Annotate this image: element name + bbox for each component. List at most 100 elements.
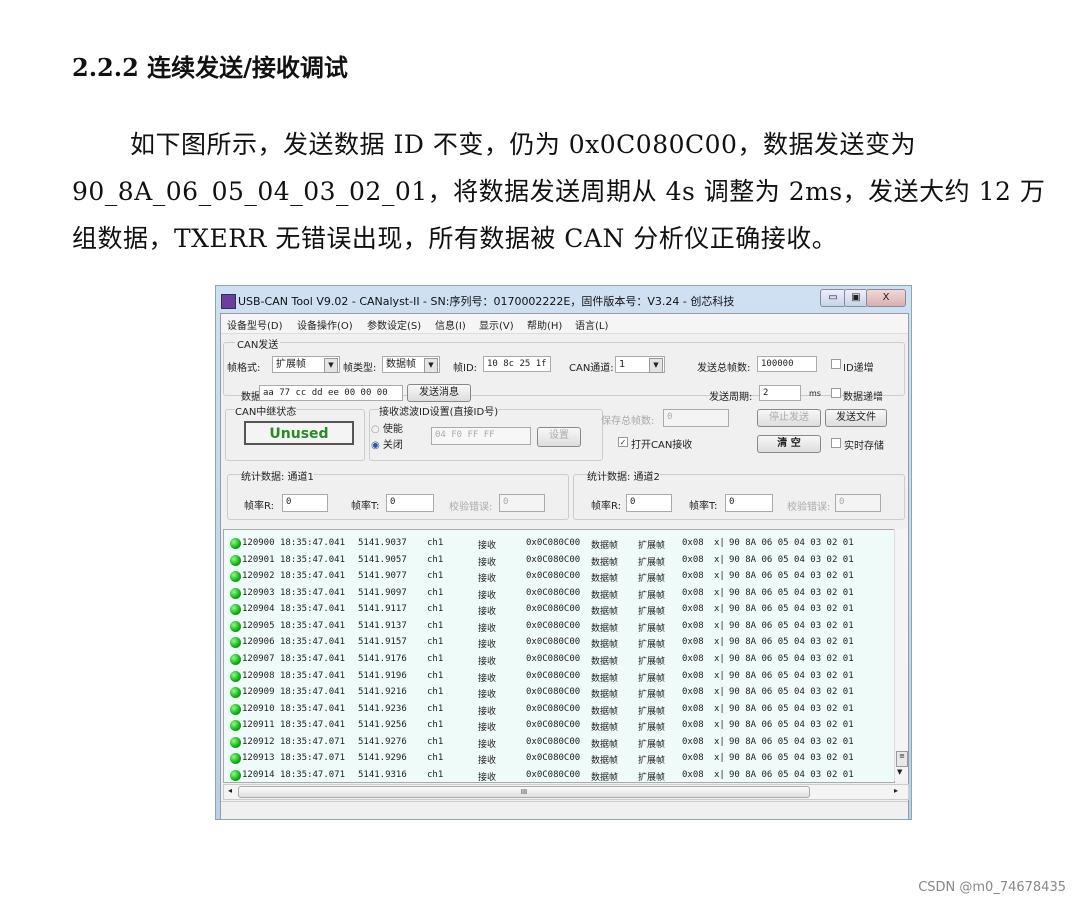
maximize-button[interactable]: ▣ (844, 289, 868, 307)
cell-channel: ch1 (427, 637, 444, 648)
cell-frame-format: 扩展帧 (638, 772, 666, 783)
channel-select[interactable]: 1 ▼ (615, 356, 665, 373)
usb-can-tool-window: USB-CAN Tool V9.02 - CANalyst-II - SN:序列… (215, 285, 912, 820)
cell-channel: ch1 (427, 620, 444, 631)
horizontal-scrollbar[interactable]: ◂ III ▸ (223, 784, 909, 800)
cell-dlc: 0x08 (682, 736, 704, 747)
app-icon (221, 294, 236, 309)
cell-timestamp: 5141.9157 (358, 637, 407, 648)
table-row[interactable]: 120913 18:35:47.071 5141.9296 ch1 接收 0x0C080C… (224, 751, 884, 767)
cell-channel: ch1 (427, 604, 444, 615)
radio-disable-label: 关闭 (382, 440, 403, 451)
realtime-save-checkbox[interactable] (831, 438, 841, 448)
cell-direction: 接收 (478, 623, 497, 634)
filter-set-button[interactable]: 设置 (537, 427, 581, 447)
cell-frame-format: 扩展帧 (638, 557, 666, 568)
stats1-err: 0 (499, 494, 545, 512)
data-input[interactable]: aa 77 cc dd ee 00 00 00 (259, 385, 403, 401)
cell-data: 90 8A 06 05 04 03 02 01 (729, 753, 854, 764)
table-row[interactable]: 120901 18:35:47.041 5141.9057 ch1 接收 0x0C080C… (224, 553, 884, 569)
cell-direction: 接收 (478, 690, 497, 701)
cell-frame-format: 扩展帧 (638, 656, 666, 667)
cell-timestamp: 5141.9196 (358, 670, 407, 681)
stats1-title: 统计数据: 通道1 (241, 468, 314, 483)
send-file-button[interactable]: 发送文件 (825, 409, 887, 427)
vertical-scrollbar[interactable]: ≡ ▼ (894, 529, 908, 781)
cell-separator: x| (714, 554, 725, 565)
scroll-thumb[interactable]: ≡ (896, 751, 908, 767)
data-increment-checkbox[interactable] (831, 388, 841, 398)
cell-timestamp: 5141.9276 (358, 736, 407, 747)
table-row[interactable]: 120900 18:35:47.041 5141.9037 ch1 接收 0x0C080C… (224, 536, 884, 552)
menu-info[interactable]: 信息(I) (435, 317, 466, 332)
cell-separator: x| (714, 753, 725, 764)
table-row[interactable]: 120905 18:35:47.041 5141.9137 ch1 接收 0x0C080C… (224, 619, 884, 635)
close-button[interactable]: X (866, 289, 906, 307)
table-row[interactable]: 120911 18:35:47.041 5141.9256 ch1 接收 0x0C080C… (224, 718, 884, 734)
menu-help[interactable]: 帮助(H) (527, 317, 562, 332)
stats2-rate-t: 0 (725, 494, 773, 512)
send-message-button[interactable]: 发送消息 (407, 384, 471, 402)
menu-device-model[interactable]: 设备型号(D) (227, 317, 283, 332)
menu-device-ops[interactable]: 设备操作(O) (297, 317, 353, 332)
table-row[interactable]: 120914 18:35:47.071 5141.9316 ch1 接收 0x0C080C… (224, 768, 884, 784)
cell-data: 90 8A 06 05 04 03 02 01 (729, 687, 854, 698)
cell-direction: 接收 (478, 756, 497, 767)
cell-frame-type: 数据帧 (591, 690, 619, 701)
cell-frame-id: 0x0C080C00 (526, 637, 581, 648)
cell-frame-id: 0x0C080C00 (526, 554, 581, 565)
open-can-receive-checkbox[interactable]: ✓ (618, 437, 628, 447)
cell-channel: ch1 (427, 653, 444, 664)
total-frames-input[interactable]: 100000 (757, 356, 817, 372)
stop-send-button[interactable]: 停止发送 (757, 409, 821, 427)
cell-frame-id: 0x0C080C00 (526, 604, 581, 615)
cell-frame-type: 数据帧 (591, 623, 619, 634)
id-increment-checkbox[interactable] (831, 359, 841, 369)
section-heading: 2.2.2 连续发送/接收调试 (72, 53, 348, 82)
scroll-left-arrow-icon[interactable]: ◂ (228, 786, 232, 795)
table-row[interactable]: 120908 18:35:47.041 5141.9196 ch1 接收 0x0C080C… (224, 669, 884, 685)
cell-direction: 接收 (478, 723, 497, 734)
table-row[interactable]: 120903 18:35:47.041 5141.9097 ch1 接收 0x0C080C… (224, 586, 884, 602)
cell-frame-type: 数据帧 (591, 723, 619, 734)
cell-frame-type: 数据帧 (591, 673, 619, 684)
table-row[interactable]: 120909 18:35:47.041 5141.9216 ch1 接收 0x0C080C… (224, 685, 884, 701)
scroll-right-arrow-icon[interactable]: ▸ (894, 786, 898, 795)
cell-index: 120906 (242, 637, 275, 648)
table-row[interactable]: 120912 18:35:47.071 5141.9276 ch1 接收 0x0C080C… (224, 735, 884, 751)
frame-id-label: 帧ID: (453, 363, 478, 374)
message-list[interactable]: 120900 18:35:47.041 5141.9037 ch1 接收 0x0C080C… (223, 529, 895, 783)
cell-index: 120909 (242, 687, 275, 698)
cell-frame-format: 扩展帧 (638, 590, 666, 601)
cell-index: 120908 (242, 670, 275, 681)
cell-dlc: 0x08 (682, 769, 704, 780)
table-row[interactable]: 120902 18:35:47.041 5141.9077 ch1 接收 0x0C080C… (224, 569, 884, 585)
radio-enable[interactable]: ○ 使能 (371, 420, 403, 435)
radio-disable[interactable]: ◉ 关闭 (371, 436, 403, 451)
menu-language[interactable]: 语言(L) (575, 317, 608, 332)
stats2-title: 统计数据: 通道2 (587, 468, 660, 483)
frame-id-input[interactable]: 10 8c 25 1f (483, 356, 551, 372)
filter-id-input[interactable]: 04 F0 FF FF (431, 427, 531, 445)
menu-display[interactable]: 显示(V) (479, 317, 514, 332)
table-row[interactable]: 120907 18:35:47.041 5141.9176 ch1 接收 0x0C080C… (224, 652, 884, 668)
clear-button[interactable]: 清 空 (757, 435, 821, 453)
scroll-down-arrow-icon[interactable]: ▼ (897, 768, 902, 776)
frame-format-select[interactable]: 扩展帧 ▼ (272, 356, 340, 373)
cell-separator: x| (714, 720, 725, 731)
table-row[interactable]: 120904 18:35:47.041 5141.9117 ch1 接收 0x0C080C… (224, 602, 884, 618)
hscroll-thumb[interactable]: III (238, 786, 810, 798)
table-row[interactable]: 120906 18:35:47.041 5141.9157 ch1 接收 0x0C080C… (224, 635, 884, 651)
cell-index: 120904 (242, 604, 275, 615)
cell-frame-type: 数据帧 (591, 574, 619, 585)
cell-timestamp: 5141.9057 (358, 554, 407, 565)
minimize-button[interactable]: ▭ (820, 289, 846, 307)
cell-time: 18:35:47.041 (280, 637, 346, 648)
cell-frame-format: 扩展帧 (638, 574, 666, 585)
cell-frame-id: 0x0C080C00 (526, 538, 581, 548)
period-input[interactable]: 2 (759, 385, 801, 401)
table-row[interactable]: 120910 18:35:47.041 5141.9236 ch1 接收 0x0C080C… (224, 702, 884, 718)
cell-dlc: 0x08 (682, 720, 704, 731)
menu-params[interactable]: 参数设定(S) (367, 317, 421, 332)
frame-type-select[interactable]: 数据帧 ▼ (382, 356, 440, 373)
